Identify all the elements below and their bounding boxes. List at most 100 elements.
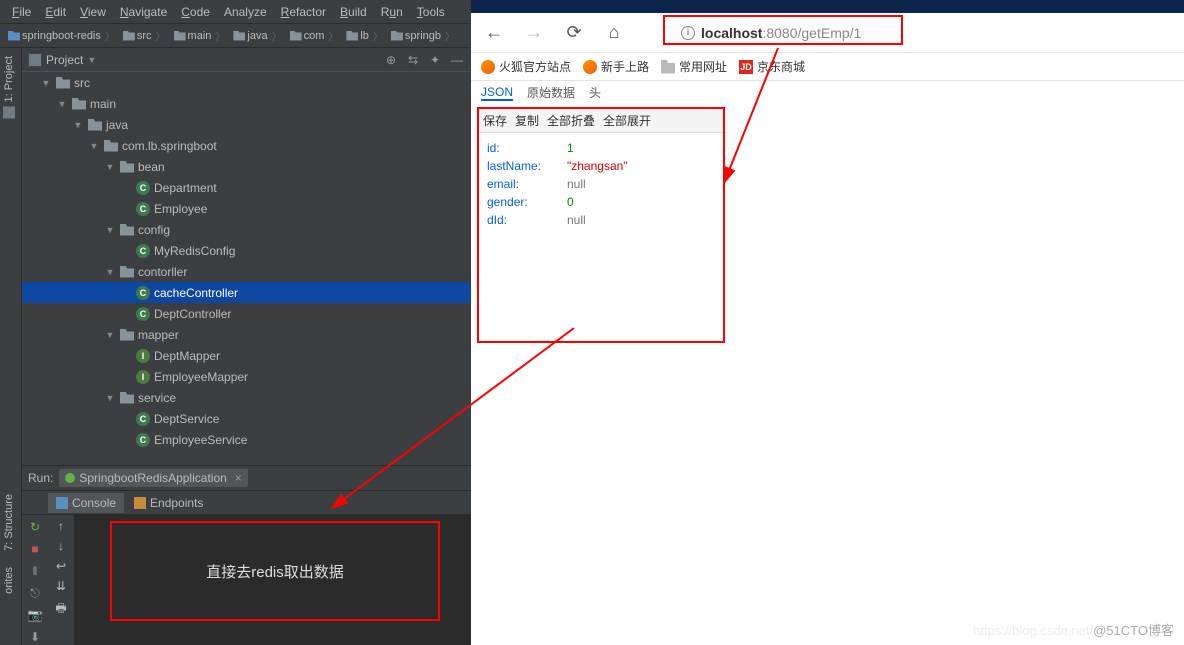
folder-icon xyxy=(120,224,134,236)
menu-analyze[interactable]: Analyze xyxy=(218,3,273,21)
tree-item-EmployeeMapper[interactable]: IEmployeeMapper xyxy=(22,366,471,387)
forward-button[interactable]: → xyxy=(521,20,547,46)
interface-icon: I xyxy=(136,370,150,384)
breadcrumb[interactable]: com xyxy=(286,28,343,43)
rerun-icon[interactable]: ↻ xyxy=(27,519,43,535)
tree-item-service[interactable]: ▼service xyxy=(22,387,471,408)
console-output[interactable]: 直接去redis取出数据 xyxy=(74,515,471,645)
tree-item-label: src xyxy=(74,76,90,90)
tree-item-Department[interactable]: CDepartment xyxy=(22,177,471,198)
tab-raw[interactable]: 原始数据 xyxy=(527,84,575,101)
down-icon[interactable]: ↓ xyxy=(58,539,64,553)
tree-item-main[interactable]: ▼main xyxy=(22,93,471,114)
json-copy[interactable]: 复制 xyxy=(515,112,539,129)
run-action-bar: ↻ ■ ‖ ⎋ 📷 ⬇ xyxy=(22,515,48,645)
browser-window: ← → ⟳ ⌂ i localhost:8080/getEmp/1 火狐官方站点… xyxy=(471,0,1184,645)
sidebar-tab-project[interactable]: 1: Project xyxy=(0,48,18,126)
info-icon[interactable]: i xyxy=(681,26,695,40)
tree-item-Employee[interactable]: CEmployee xyxy=(22,198,471,219)
menu-build[interactable]: Build xyxy=(334,3,373,21)
tree-item-label: DeptController xyxy=(154,307,231,321)
tab-console[interactable]: Console xyxy=(48,493,124,513)
bookmark-jd[interactable]: JD京东商城 xyxy=(739,58,805,75)
gear-icon[interactable]: ✦ xyxy=(427,52,443,68)
project-view-selector[interactable]: Project ▼ xyxy=(28,53,96,67)
bookmarks-bar: 火狐官方站点 新手上路 常用网址 JD京东商城 xyxy=(471,53,1184,81)
tree-item-DeptController[interactable]: CDeptController xyxy=(22,303,471,324)
json-viewer-tabs: JSON 原始数据 头 xyxy=(471,81,1184,101)
breadcrumb[interactable]: src xyxy=(119,28,170,43)
tree-item-label: EmployeeService xyxy=(154,433,247,447)
up-icon[interactable]: ↑ xyxy=(58,519,64,533)
menu-refactor[interactable]: Refactor xyxy=(275,3,332,21)
tree-item-DeptMapper[interactable]: IDeptMapper xyxy=(22,345,471,366)
breadcrumb[interactable]: lb xyxy=(342,28,387,43)
bookmark-newbie[interactable]: 新手上路 xyxy=(583,58,649,75)
menu-navigate[interactable]: Navigate xyxy=(114,3,173,21)
tab-json[interactable]: JSON xyxy=(481,85,513,101)
json-highlight-box: 保存 复制 全部折叠 全部展开 id:1 lastName:"zhangsan"… xyxy=(477,107,725,343)
tree-item-label: cacheController xyxy=(154,286,238,300)
menu-tools[interactable]: Tools xyxy=(411,3,451,21)
menu-file[interactable]: FFileile xyxy=(6,3,37,21)
json-content[interactable]: id:1 lastName:"zhangsan" email:null gend… xyxy=(479,133,723,235)
tree-item-MyRedisConfig[interactable]: CMyRedisConfig xyxy=(22,240,471,261)
hide-icon[interactable]: — xyxy=(449,52,465,68)
tree-item-DeptService[interactable]: C DeptService xyxy=(22,408,471,429)
tab-headers[interactable]: 头 xyxy=(589,84,601,101)
locate-icon[interactable]: ⊕ xyxy=(383,52,399,68)
console-highlight-box: 直接去redis取出数据 xyxy=(110,521,440,621)
tree-item-label: DeptMapper xyxy=(154,349,220,363)
breadcrumb[interactable]: java xyxy=(229,28,285,43)
class-icon: C xyxy=(136,412,150,426)
exit-icon[interactable]: ⎋ xyxy=(27,585,43,601)
wrap-icon[interactable]: ↩ xyxy=(56,559,66,573)
tab-endpoints[interactable]: Endpoints xyxy=(126,493,211,513)
json-collapse-all[interactable]: 全部折叠 xyxy=(547,112,595,129)
collapse-icon[interactable]: ⇆ xyxy=(405,52,421,68)
print-icon[interactable]: 🖶 xyxy=(55,599,66,620)
tree-item-com-lb-springboot[interactable]: ▼com.lb.springboot xyxy=(22,135,471,156)
breadcrumb[interactable]: main xyxy=(170,28,230,43)
tree-item-cacheController[interactable]: CcacheController xyxy=(22,282,471,303)
jd-icon: JD xyxy=(739,60,753,74)
menu-run[interactable]: Run xyxy=(375,3,409,21)
menu-edit[interactable]: Edit xyxy=(39,3,72,21)
tree-item-EmployeeService[interactable]: CEmployeeService xyxy=(22,429,471,450)
class-icon: C xyxy=(136,181,150,195)
sidebar-tab-favorites[interactable]: orites xyxy=(0,559,18,602)
menu-view[interactable]: View xyxy=(74,3,112,21)
tree-item-label: DeptService xyxy=(154,412,219,426)
home-button[interactable]: ⌂ xyxy=(601,20,627,46)
stop-icon[interactable]: ■ xyxy=(27,541,43,557)
dump-icon[interactable]: 📷 xyxy=(27,607,43,623)
project-tree[interactable]: ▼src▼main▼java▼com.lb.springboot▼beanCDe… xyxy=(22,72,471,465)
folder-icon xyxy=(120,161,134,173)
scroll-icon[interactable]: ⇊ xyxy=(56,579,66,593)
sidebar-tab-structure[interactable]: 7: Structure xyxy=(0,486,18,559)
console-icon xyxy=(56,497,68,509)
console-action-bar: ↑ ↓ ↩ ⇊ 🖶 xyxy=(48,515,74,645)
tree-item-java[interactable]: ▼java xyxy=(22,114,471,135)
breadcrumb-root[interactable]: springboot-redis xyxy=(4,28,119,43)
menu-bar: FFileile Edit View Navigate Code Analyze… xyxy=(0,0,471,24)
ide-window: FFileile Edit View Navigate Code Analyze… xyxy=(0,0,471,645)
bookmark-common[interactable]: 常用网址 xyxy=(661,58,727,75)
reload-button[interactable]: ⟳ xyxy=(561,20,587,46)
tree-item-config[interactable]: ▼config xyxy=(22,219,471,240)
json-expand-all[interactable]: 全部展开 xyxy=(603,112,651,129)
json-save[interactable]: 保存 xyxy=(483,112,507,129)
bookmark-firefox[interactable]: 火狐官方站点 xyxy=(481,58,571,75)
pause-icon[interactable]: ‖ xyxy=(27,563,43,579)
download-icon[interactable]: ⬇ xyxy=(27,629,43,645)
tree-item-bean[interactable]: ▼bean xyxy=(22,156,471,177)
tree-item-mapper[interactable]: ▼mapper xyxy=(22,324,471,345)
tree-item-contorller[interactable]: ▼contorller xyxy=(22,261,471,282)
tree-item-src[interactable]: ▼src xyxy=(22,72,471,93)
firefox-icon xyxy=(583,60,597,74)
breadcrumb[interactable]: springb xyxy=(387,28,459,43)
run-config-tab[interactable]: SpringbootRedisApplication × xyxy=(59,469,247,487)
menu-code[interactable]: Code xyxy=(175,3,216,21)
back-button[interactable]: ← xyxy=(481,20,507,46)
url-input[interactable]: i localhost:8080/getEmp/1 xyxy=(641,25,901,41)
